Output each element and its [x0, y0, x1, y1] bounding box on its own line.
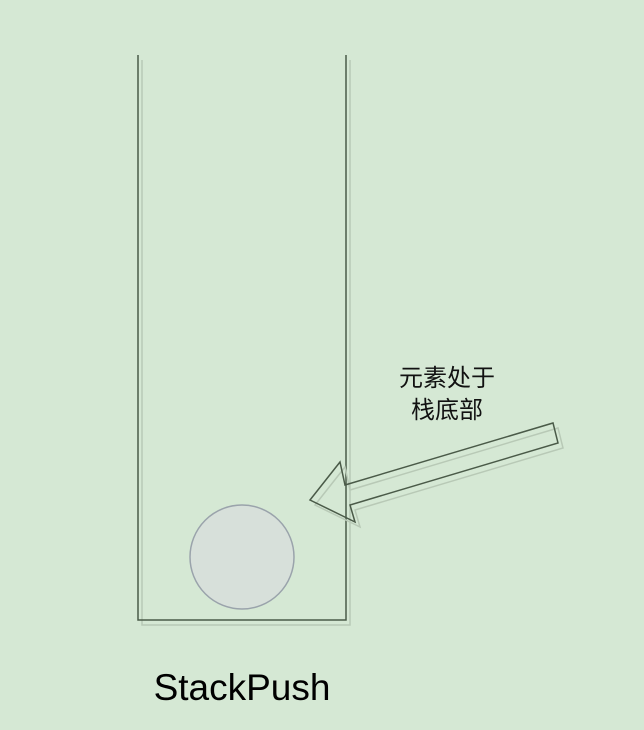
stack-diagram — [137, 55, 564, 626]
annotation-line-2: 栈底部 — [411, 396, 483, 424]
stack-element — [189, 504, 295, 610]
arrow-pointer — [308, 422, 559, 524]
arrow-annotation: 元素处于 栈底部 — [372, 362, 522, 426]
diagram-caption: StackPush — [153, 667, 331, 708]
annotation-line-1: 元素处于 — [399, 364, 495, 392]
